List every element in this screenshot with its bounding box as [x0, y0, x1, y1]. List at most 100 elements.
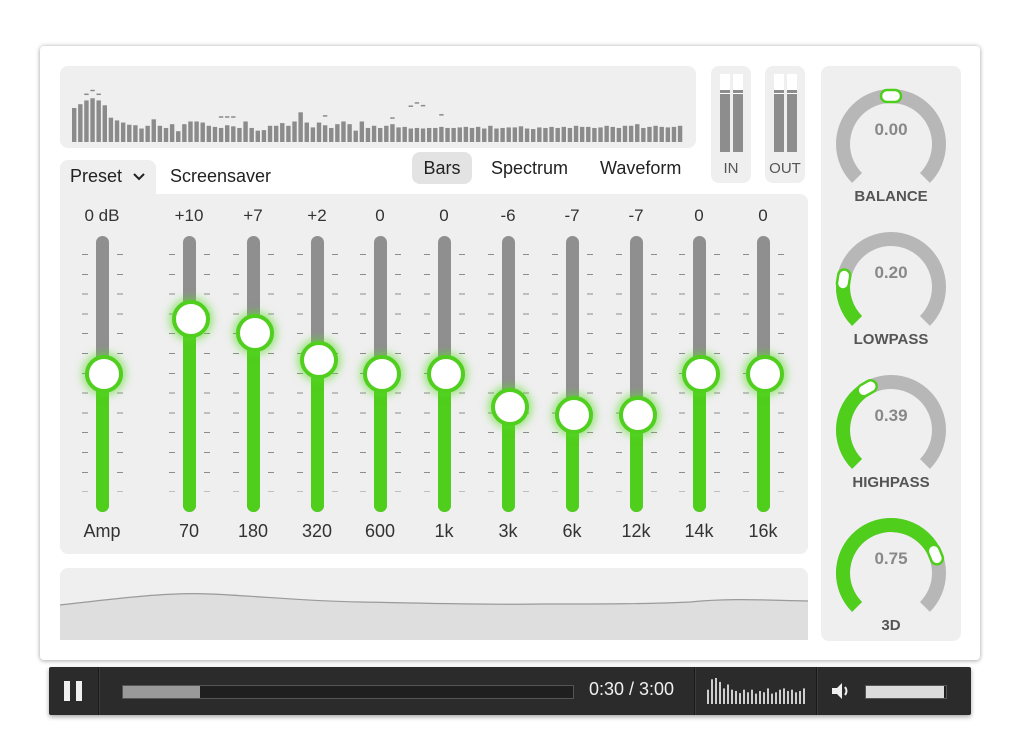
spectrum-bar	[157, 125, 163, 142]
mode-bars-button[interactable]: Bars	[412, 152, 472, 184]
spectrum-bar	[341, 121, 346, 142]
spectrum-bar	[218, 127, 224, 142]
mini-visualizer-bar	[795, 692, 797, 704]
spectrum-peak	[414, 102, 420, 104]
knob-value: 0.00	[874, 120, 908, 139]
spectrum-peak	[225, 116, 230, 118]
spectrum-bar	[665, 127, 671, 142]
mini-visualizer-bar	[723, 688, 725, 704]
slider-handle[interactable]	[300, 341, 338, 380]
spectrum-bar	[176, 131, 181, 142]
mini-visualizer-bar	[779, 689, 781, 704]
volume-button[interactable]	[829, 679, 853, 703]
slider-handle[interactable]	[427, 355, 465, 393]
spectrum-bar	[543, 127, 548, 142]
volume-fill	[866, 686, 945, 698]
mini-visualizer-bar	[763, 692, 765, 704]
spectrum-peak	[84, 93, 89, 96]
spectrum-bar	[598, 127, 603, 142]
spectrum-bar	[310, 127, 316, 142]
slider-handle[interactable]	[172, 299, 210, 338]
eq-band-slider-6k[interactable]: -7 6k	[542, 194, 602, 554]
tab-preset[interactable]: Preset	[60, 160, 156, 194]
volume-slider[interactable]	[865, 685, 947, 699]
slider-track[interactable]	[566, 236, 579, 512]
spectrum-bar	[206, 125, 212, 142]
mini-visualizer-bar	[799, 691, 801, 704]
lowpass-knob[interactable]: 0.20 LOWPASS	[821, 217, 961, 357]
tick-marks	[268, 254, 274, 492]
amp-slider[interactable]: 0 dB Amp	[72, 194, 132, 554]
tick-marks	[523, 254, 529, 492]
spectrum-bar	[451, 127, 456, 142]
mode-spectrum-button[interactable]: Spectrum	[491, 152, 568, 184]
slider-fill	[247, 332, 260, 512]
mini-visualizer-bar	[711, 679, 713, 704]
output-meter-label: OUT	[769, 160, 801, 177]
waveform-curve	[59, 593, 809, 640]
balance-knob[interactable]: 0.00 BALANCE	[821, 74, 961, 214]
spectrum-bar	[298, 112, 303, 142]
spectrum-bar	[378, 127, 383, 142]
slider-handle[interactable]	[746, 355, 784, 393]
mini-visualizer-icon[interactable]	[704, 677, 806, 705]
slider-track[interactable]	[183, 236, 196, 512]
spectrum-bar	[353, 130, 358, 142]
mini-visualizer-bar	[787, 691, 789, 704]
eq-band-slider-70[interactable]: +10 70	[159, 194, 219, 554]
pause-button[interactable]	[59, 677, 89, 705]
spectrum-peak	[96, 93, 101, 96]
spectrum-bar	[610, 126, 615, 142]
slider-handle[interactable]	[363, 355, 401, 393]
3d-knob[interactable]: 0.75 3D	[821, 503, 961, 643]
progress-fill	[123, 686, 200, 698]
eq-band-slider-16k[interactable]: 0 16k	[733, 194, 793, 554]
slider-handle[interactable]	[682, 355, 720, 393]
tab-screensaver[interactable]: Screensaver	[170, 166, 271, 187]
mini-visualizer-bar	[791, 689, 793, 704]
slider-track[interactable]	[247, 236, 260, 512]
tick-marks	[169, 254, 175, 492]
equalizer-panel: 0 dB Amp +10 70 +7 180 +2 320 0 600 0 1k -6 3k -7 6k -7 1…	[60, 194, 808, 554]
spectrum-bar	[231, 126, 236, 142]
slider-track[interactable]	[502, 236, 515, 512]
spectrum-bar	[463, 126, 469, 142]
knob-handle[interactable]	[856, 378, 879, 398]
band-frequency-label: Amp	[83, 521, 121, 541]
eq-band-slider-600[interactable]: 0 600	[350, 194, 410, 554]
eq-band-slider-3k[interactable]: -6 3k	[478, 194, 538, 554]
spectrum-bar	[402, 126, 407, 142]
eq-band-slider-180[interactable]: +7 180	[223, 194, 283, 554]
spectrum-bar	[84, 100, 89, 142]
spectrum-bar	[512, 127, 518, 142]
spectrum-bar	[671, 126, 677, 142]
spectrum-peak	[439, 114, 444, 116]
highpass-knob[interactable]: 0.39 HIGHPASS	[821, 360, 961, 500]
eq-band-slider-320[interactable]: +2 320	[287, 194, 347, 554]
slider-handle[interactable]	[236, 313, 274, 352]
divider	[98, 667, 99, 715]
eq-band-slider-14k[interactable]: 0 14k	[669, 194, 729, 554]
spectrum-bar	[469, 127, 475, 142]
slider-handle[interactable]	[491, 388, 529, 427]
knob-handle[interactable]	[879, 88, 903, 104]
eq-band-slider-12k[interactable]: -7 12k	[606, 194, 666, 554]
progress-bar[interactable]	[122, 685, 574, 699]
mode-waveform-button[interactable]: Waveform	[600, 152, 681, 184]
mini-visualizer-bar	[803, 688, 805, 704]
spectrum-bar	[396, 127, 401, 142]
speaker-icon	[832, 683, 848, 699]
knob-value: 0.20	[874, 263, 908, 282]
mini-visualizer-bar	[739, 693, 741, 704]
slider-track[interactable]	[630, 236, 643, 512]
spectrum-peak	[90, 89, 95, 92]
spectrum-visualizer[interactable]	[60, 66, 696, 148]
spectrum-bar	[139, 128, 144, 142]
spectrum-bar	[273, 125, 279, 142]
slider-handle[interactable]	[85, 355, 123, 393]
spectrum-bar	[628, 125, 634, 142]
spectrum-peak	[231, 116, 236, 118]
mini-visualizer-bar	[731, 689, 733, 704]
spectrum-bar	[518, 126, 524, 142]
eq-band-slider-1k[interactable]: 0 1k	[414, 194, 474, 554]
